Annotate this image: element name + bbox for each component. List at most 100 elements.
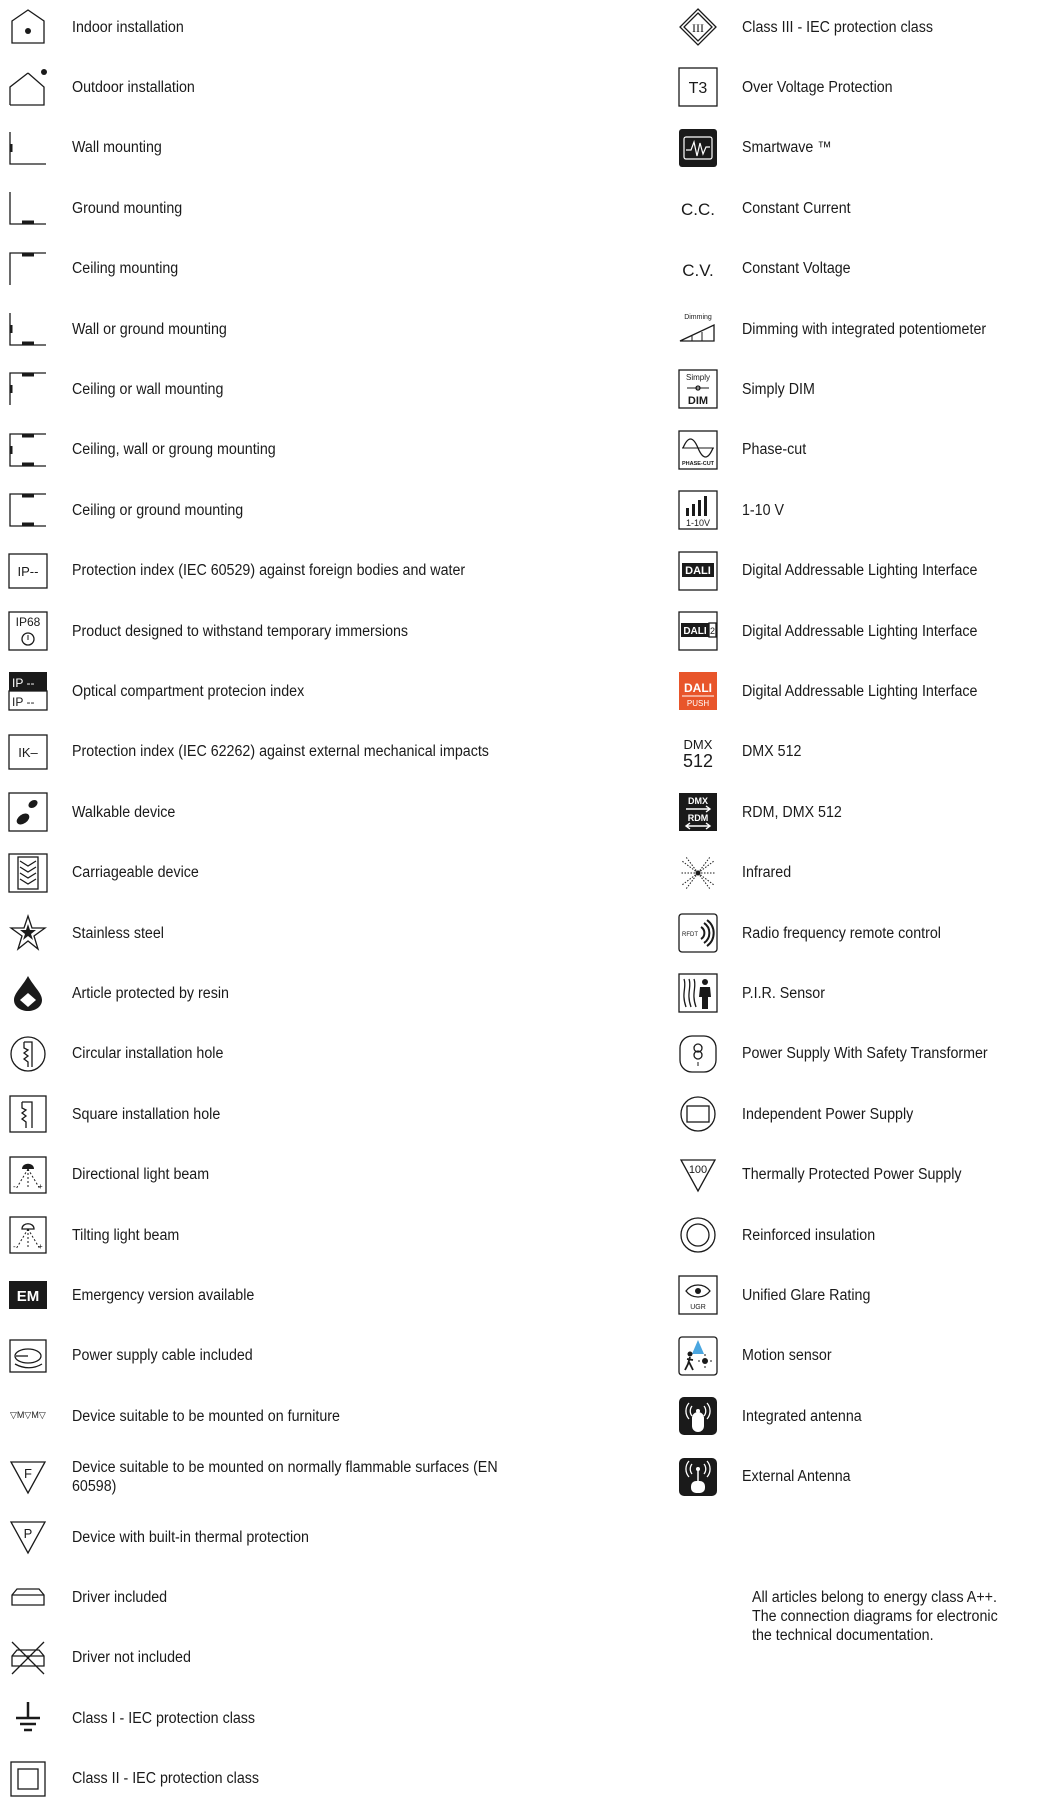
svg-text:100: 100 bbox=[689, 1164, 707, 1176]
svg-text:DALI: DALI bbox=[685, 565, 711, 577]
svg-text:2: 2 bbox=[710, 626, 715, 636]
rdm-dmx-icon: DMX RDM bbox=[678, 792, 718, 832]
constant-voltage-icon: C.V. bbox=[678, 249, 718, 289]
energy-note-line-3: the technical documentation. bbox=[752, 1627, 934, 1644]
smartwave-icon bbox=[678, 128, 718, 168]
legend-label: Simply DIM bbox=[742, 380, 815, 398]
legend-row: Ceiling, wall or groung mounting bbox=[8, 424, 572, 476]
svg-text:T3: T3 bbox=[689, 80, 708, 97]
legend-label: Constant Current bbox=[742, 199, 851, 217]
power-cable-icon bbox=[8, 1336, 48, 1376]
svg-text:IK–: IK– bbox=[18, 745, 38, 760]
legend-row: EM Emergency version available bbox=[8, 1269, 572, 1321]
legend-row: Motion sensor bbox=[678, 1330, 1041, 1382]
legend-label: Digital Addressable Lighting Interface bbox=[742, 682, 978, 700]
legend-label: Smartwave ™ bbox=[742, 139, 832, 157]
legend-row: IP68 Product designed to withstand tempor… bbox=[8, 605, 572, 657]
legend-label: Product designed to withstand temporary … bbox=[72, 622, 409, 640]
legend-label: Integrated antenna bbox=[742, 1407, 862, 1425]
legend-row: DMX RDM RDM, DMX 512 bbox=[678, 786, 1041, 838]
legend-label: P.I.R. Sensor bbox=[742, 984, 825, 1002]
dali-icon: DALI bbox=[678, 550, 718, 591]
legend-label: Independent Power Supply bbox=[742, 1105, 914, 1123]
legend-label: Walkable device bbox=[72, 803, 176, 821]
wall-mounting-icon bbox=[8, 128, 48, 168]
legend-label: Tilting light beam bbox=[72, 1226, 180, 1244]
thermal-protection-icon: P bbox=[8, 1517, 48, 1557]
svg-text:EM: EM bbox=[17, 1288, 40, 1305]
legend-label: Ceiling mounting bbox=[72, 260, 179, 278]
svg-text:III: III bbox=[692, 21, 704, 35]
energy-note-line-1: All articles belong to energy class A++. bbox=[752, 1589, 997, 1606]
legend-row: Ceiling or wall mounting bbox=[8, 363, 572, 415]
outdoor-installation-icon bbox=[8, 67, 48, 107]
legend-label: Ceiling, wall or groung mounting bbox=[72, 441, 276, 459]
svg-text:512: 512 bbox=[683, 751, 713, 771]
class-i-ground-icon bbox=[8, 1698, 48, 1738]
legend-row: Carriageable device bbox=[8, 847, 572, 899]
legend-row: IP -- IP -- Optical compartment protecion … bbox=[8, 665, 572, 717]
flammable-surface-icon: F bbox=[8, 1457, 48, 1497]
legend-row: Ceiling or ground mounting bbox=[8, 484, 572, 536]
legend-label: Power supply cable included bbox=[72, 1347, 253, 1365]
svg-text:RDM: RDM bbox=[688, 813, 709, 823]
walkable-device-icon bbox=[8, 792, 48, 832]
legend-label: Driver included bbox=[72, 1588, 168, 1606]
svg-text:IP --: IP -- bbox=[12, 676, 34, 690]
legend-label: Circular installation hole bbox=[72, 1045, 224, 1063]
legend-row: Integrated antenna bbox=[678, 1390, 1041, 1442]
legend-row: IK– Protection index (IEC 62262) against … bbox=[8, 726, 572, 778]
legend-row: Wall or ground mounting bbox=[8, 303, 572, 355]
svg-text:DALI: DALI bbox=[683, 626, 707, 637]
legend-row: Driver not included bbox=[8, 1632, 572, 1684]
svg-text:IP--: IP-- bbox=[18, 564, 39, 579]
legend-row: Simply DIM Simply DIM bbox=[678, 363, 1041, 415]
ground-mounting-icon bbox=[8, 188, 48, 228]
dali-2-icon: DALI 2 bbox=[678, 611, 718, 651]
integrated-antenna-icon bbox=[678, 1396, 718, 1436]
ip68-immersion-icon: IP68 bbox=[8, 611, 48, 651]
legend-row: DALI PUSH Digital Addressable Lighting Int… bbox=[678, 665, 1041, 717]
legend-row: IP-- Protection index (IEC 60529) against… bbox=[8, 545, 572, 597]
legend-row: P Device with built-in thermal protection bbox=[8, 1511, 572, 1563]
legend-row: Reinforced insulation bbox=[678, 1209, 1041, 1261]
safety-transformer-icon bbox=[678, 1034, 718, 1074]
driver-included-icon bbox=[8, 1577, 48, 1617]
legend-label: Digital Addressable Lighting Interface bbox=[742, 622, 978, 640]
legend-row: Square installation hole bbox=[8, 1088, 572, 1140]
svg-text:DMX: DMX bbox=[688, 796, 708, 806]
legend-label: Protection index (IEC 62262) against ext… bbox=[72, 743, 489, 761]
legend-row: UGR Unified Glare Rating bbox=[678, 1269, 1041, 1321]
legend-row: Smartwave ™ bbox=[678, 122, 1041, 174]
svg-text:IP68: IP68 bbox=[16, 615, 41, 629]
legend-label: Ground mounting bbox=[72, 199, 183, 217]
legend-row: Independent Power Supply bbox=[678, 1088, 1041, 1140]
one-ten-volt-icon: 1-10V bbox=[678, 490, 718, 530]
svg-text:C.V.: C.V. bbox=[682, 261, 714, 280]
legend-row: C.V. Constant Voltage bbox=[678, 243, 1041, 295]
legend-label: Class III - IEC protection class bbox=[742, 18, 933, 36]
legend-label: Device with built-in thermal protection bbox=[72, 1528, 309, 1546]
svg-text:F: F bbox=[24, 1466, 32, 1481]
svg-text:Simply: Simply bbox=[686, 373, 710, 382]
legend-label: Power Supply With Safety Transformer bbox=[742, 1045, 988, 1063]
legend-row: DALI 2 Digital Addressable Lighting Interf… bbox=[678, 605, 1041, 657]
motion-sensor-icon bbox=[678, 1336, 718, 1376]
legend-label: Unified Glare Rating bbox=[742, 1286, 871, 1304]
legend-row: Ceiling mounting bbox=[8, 243, 572, 295]
svg-text:RFDT: RFDT bbox=[682, 932, 698, 938]
legend-row: RFDT Radio frequency remote control bbox=[678, 907, 1041, 959]
svg-text:DMX: DMX bbox=[684, 737, 713, 752]
legend-row: Dimming Dimming with integrated potentiom… bbox=[678, 303, 1041, 355]
tilting-beam-icon: - + bbox=[8, 1215, 48, 1255]
indoor-installation-icon bbox=[8, 7, 48, 47]
legend-label: Phase-cut bbox=[742, 441, 807, 459]
legend-row: Power Supply With Safety Transformer bbox=[678, 1028, 1041, 1080]
legend-label: Dimming with integrated potentiometer bbox=[742, 320, 987, 338]
furniture-mount-icon: ▽M▽M▽ bbox=[8, 1396, 48, 1436]
ceiling-wall-ground-mounting-icon bbox=[8, 430, 48, 470]
ip-index-icon: IP-- bbox=[8, 551, 48, 591]
driver-not-included-icon bbox=[8, 1638, 48, 1678]
radio-frequency-icon: RFDT bbox=[678, 913, 718, 953]
legend-row: Driver included bbox=[8, 1571, 572, 1623]
